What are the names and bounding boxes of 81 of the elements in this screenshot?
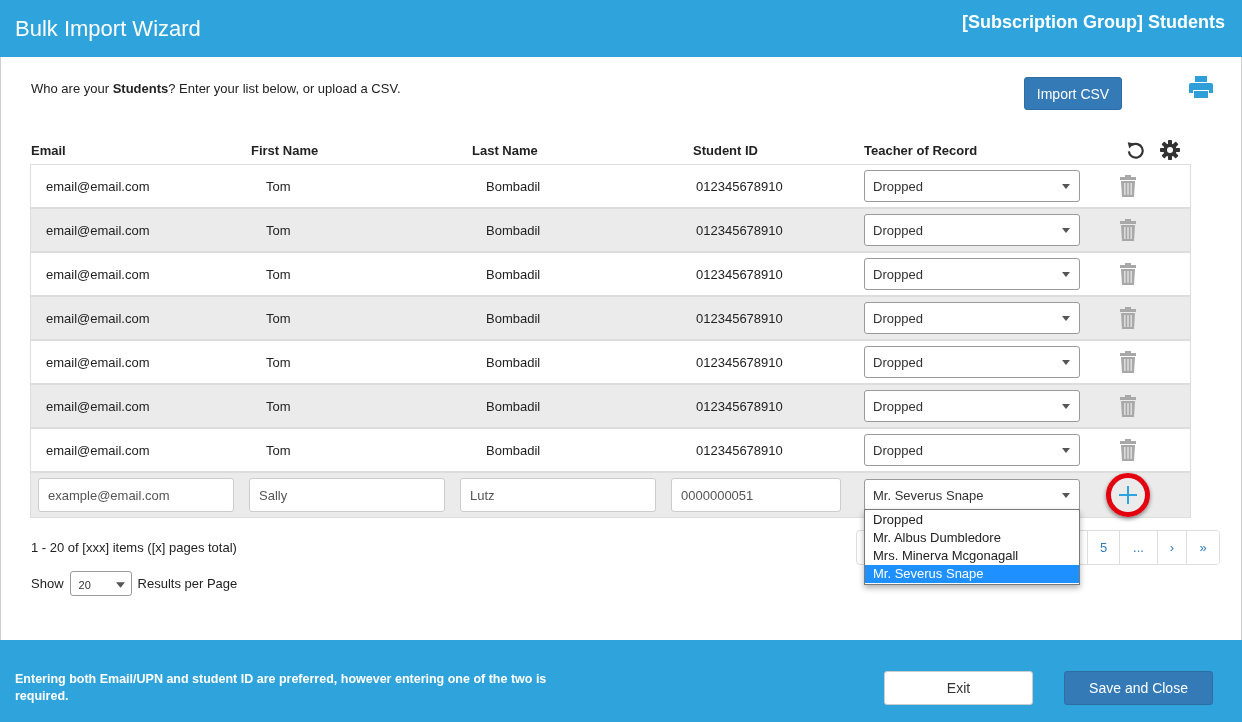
- email-input[interactable]: example@email.com: [38, 478, 234, 512]
- table-cell-text: Tom: [266, 178, 292, 194]
- caret-icon: [115, 581, 125, 588]
- teacher-select[interactable]: Dropped: [864, 434, 1080, 466]
- trash-icon[interactable]: [1119, 175, 1137, 197]
- teacher-select[interactable]: Dropped: [864, 170, 1080, 202]
- table-cell-text: email@email.com: [46, 266, 151, 282]
- column-header: Email: [31, 142, 67, 158]
- add-row-button[interactable]: [1106, 473, 1150, 517]
- exit-button[interactable]: Exit: [884, 671, 1033, 705]
- table-cell-text: email@email.com: [46, 178, 151, 194]
- table-cell-text: 012345678910: [696, 354, 784, 370]
- last-page-button[interactable]: »: [1186, 531, 1219, 564]
- intro-text: Who are your Students? Enter your list below, or upload a CSV.: [31, 81, 401, 97]
- caret-icon: [1062, 315, 1070, 321]
- dropdown-option[interactable]: Mrs. Minerva Mcgonagall: [865, 547, 1079, 565]
- student-id-input[interactable]: 0000000051: [671, 478, 841, 512]
- trash-icon[interactable]: [1119, 219, 1137, 241]
- group-title: [Subscription Group] Students: [962, 11, 1225, 33]
- column-header: Student ID: [693, 142, 759, 158]
- last-name-input[interactable]: Lutz: [460, 478, 656, 512]
- table-cell-text: email@email.com: [46, 310, 151, 326]
- column-header: Teacher of Record: [864, 142, 979, 158]
- teacher-select[interactable]: Dropped: [864, 258, 1080, 290]
- dropdown-option[interactable]: Dropped: [865, 511, 1079, 529]
- table-cell-text: email@email.com: [46, 398, 151, 414]
- trash-icon[interactable]: [1119, 351, 1137, 373]
- table-cell-text: Bombadil: [486, 354, 542, 370]
- table-cell-text: 012345678910: [696, 178, 784, 194]
- column-header: First Name: [251, 142, 320, 158]
- table-cell-text: Bombadil: [486, 266, 542, 282]
- table-cell-text: 012345678910: [696, 398, 784, 414]
- table-cell-text: Bombadil: [486, 222, 542, 238]
- plus-icon: [1119, 486, 1137, 504]
- teacher-select[interactable]: Dropped: [864, 302, 1080, 334]
- table-cell-text: 012345678910: [696, 310, 784, 326]
- column-header: Last Name: [472, 142, 539, 158]
- table-cell-text: email@email.com: [46, 222, 151, 238]
- teacher-select[interactable]: Dropped: [864, 346, 1080, 378]
- table-cell-text: 012345678910: [696, 222, 784, 238]
- table-cell-text: Tom: [266, 354, 292, 370]
- page-size-select[interactable]: 20: [69, 571, 132, 596]
- show-label: Show: [31, 576, 64, 591]
- table-cell-text: Tom: [266, 398, 292, 414]
- table-cell-text: email@email.com: [46, 354, 151, 370]
- table-cell-text: 012345678910: [696, 442, 784, 458]
- items-summary: 1 - 20 of [xxx] items ([x] pages total): [31, 540, 237, 555]
- import-csv-button[interactable]: Import CSV: [1024, 77, 1122, 110]
- reset-icon[interactable]: [1126, 140, 1145, 160]
- table-cell-text: Tom: [266, 310, 292, 326]
- table-cell-text: email@email.com: [46, 442, 151, 458]
- table-cell-text: Tom: [266, 442, 292, 458]
- footer-note: Entering both Email/UPN and student ID are preferred, however entering one of the two is required.: [15, 671, 548, 705]
- teacher-select[interactable]: Dropped: [864, 214, 1080, 246]
- table-cell-text: Bombadil: [486, 178, 542, 194]
- dropdown-option[interactable]: Mr. Albus Dumbledore: [865, 529, 1079, 547]
- window-title: Bulk Import Wizard: [15, 16, 201, 42]
- caret-icon: [1062, 492, 1070, 498]
- first-name-input[interactable]: Sally: [249, 478, 445, 512]
- caret-icon: [1062, 227, 1070, 233]
- settings-icon[interactable]: [1160, 140, 1180, 160]
- table-cell-text: Bombadil: [486, 310, 542, 326]
- teacher-select[interactable]: Mr. Severus Snape: [864, 479, 1080, 511]
- caret-icon: [1062, 447, 1070, 453]
- table-cell-text: 012345678910: [696, 266, 784, 282]
- caret-icon: [1062, 359, 1070, 365]
- trash-icon[interactable]: [1119, 263, 1137, 285]
- trash-icon[interactable]: [1119, 307, 1137, 329]
- table-cell-text: Bombadil: [486, 442, 542, 458]
- trash-icon[interactable]: [1119, 439, 1137, 461]
- table-cell-text: Bombadil: [486, 398, 542, 414]
- table-cell-text: Tom: [266, 266, 292, 282]
- caret-icon: [1062, 403, 1070, 409]
- table-cell-text: Tom: [266, 222, 292, 238]
- trash-icon[interactable]: [1119, 395, 1137, 417]
- teacher-select[interactable]: Dropped: [864, 390, 1080, 422]
- caret-icon: [1062, 183, 1070, 189]
- print-icon[interactable]: [1189, 76, 1213, 98]
- caret-icon: [1062, 271, 1070, 277]
- results-per-page-label: Results per Page: [137, 576, 238, 591]
- save-button[interactable]: Save and Close: [1064, 671, 1213, 705]
